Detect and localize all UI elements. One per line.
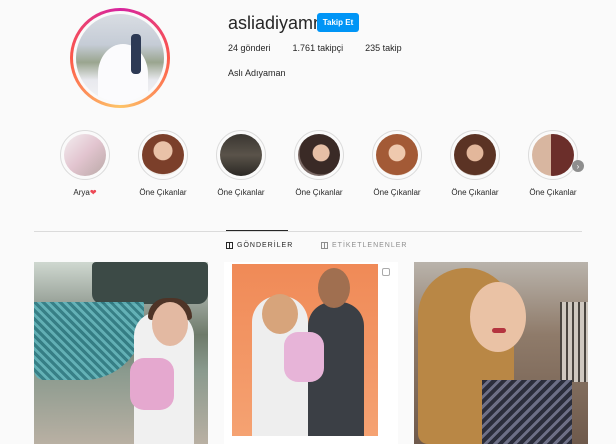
highlight-ring xyxy=(294,130,344,180)
heart-icon: ❤ xyxy=(89,188,97,197)
avatar-inner xyxy=(73,11,167,105)
highlight-item[interactable]: Arya❤ xyxy=(52,130,118,197)
post-thumbnail[interactable] xyxy=(414,262,588,444)
post-car-shape xyxy=(92,262,208,304)
tab-posts[interactable]: GÖNDERİLER xyxy=(226,242,293,249)
post-face-shape xyxy=(152,302,188,346)
profile-full-name: Aslı Adıyaman xyxy=(228,68,286,78)
post-window-shape xyxy=(560,302,588,382)
highlight-label: Öne Çıkanlar xyxy=(373,188,421,197)
highlight-thumbnail xyxy=(376,134,418,176)
highlight-item[interactable]: Öne Çıkanlar xyxy=(286,130,352,197)
highlight-label: Öne Çıkanlar xyxy=(139,188,187,197)
profile-avatar[interactable] xyxy=(70,8,170,108)
post-thumbnail[interactable] xyxy=(224,262,398,444)
highlight-thumbnail xyxy=(220,134,262,176)
highlight-item[interactable]: Öne Çıkanlar xyxy=(364,130,430,197)
post-face-shape xyxy=(470,282,526,352)
highlight-label: Arya❤ xyxy=(73,188,97,197)
post-man-face xyxy=(318,268,350,308)
highlight-label: Öne Çıkanlar xyxy=(451,188,499,197)
post-hammock-shape xyxy=(34,302,144,380)
profile-username: asliadiyamn xyxy=(228,13,324,33)
highlight-ring xyxy=(60,130,110,180)
highlight-item[interactable]: Öne Çıkanlar xyxy=(130,130,196,197)
highlight-ring xyxy=(372,130,422,180)
highlight-label: Öne Çıkanlar xyxy=(529,188,577,197)
highlight-item[interactable]: Öne Çıkanlar xyxy=(442,130,508,197)
highlight-ring xyxy=(138,130,188,180)
posts-count[interactable]: 24 gönderi xyxy=(228,43,271,53)
highlight-thumbnail xyxy=(64,134,106,176)
chevron-right-icon[interactable]: › xyxy=(572,160,584,172)
following-count[interactable]: 235 takip xyxy=(365,43,402,53)
highlight-ring xyxy=(216,130,266,180)
post-thumbnail[interactable] xyxy=(34,262,208,444)
post-baby-shape xyxy=(284,332,324,382)
highlight-ring xyxy=(450,130,500,180)
profile-stats: 24 gönderi 1.761 takipçi 235 takip xyxy=(228,43,402,53)
tab-tagged[interactable]: ETİKETLENENLER xyxy=(321,242,407,249)
highlight-thumbnail xyxy=(298,134,340,176)
highlight-label: Öne Çıkanlar xyxy=(295,188,343,197)
highlight-thumbnail xyxy=(142,134,184,176)
follow-button[interactable]: Takip Et xyxy=(317,13,359,32)
tab-tagged-label: ETİKETLENENLER xyxy=(332,242,408,249)
multi-photo-icon xyxy=(382,268,390,276)
post-baby-shape xyxy=(130,358,174,410)
tabs-divider xyxy=(34,231,582,232)
post-lips-shape xyxy=(492,328,506,333)
followers-count[interactable]: 1.761 takipçi xyxy=(293,43,344,53)
highlight-thumbnail xyxy=(532,134,574,176)
tag-icon xyxy=(321,242,328,249)
grid-icon xyxy=(226,242,233,249)
highlight-item[interactable]: Öne Çıkanlar xyxy=(208,130,274,197)
tab-posts-label: GÖNDERİLER xyxy=(237,242,294,249)
post-woman-face xyxy=(262,294,298,334)
active-tab-indicator xyxy=(226,230,288,231)
highlight-label: Öne Çıkanlar xyxy=(217,188,265,197)
avatar-photo xyxy=(76,14,164,102)
highlight-thumbnail xyxy=(454,134,496,176)
highlight-ring xyxy=(528,130,578,180)
post-top-shape xyxy=(482,380,572,444)
avatar-groom-shape xyxy=(131,34,141,74)
